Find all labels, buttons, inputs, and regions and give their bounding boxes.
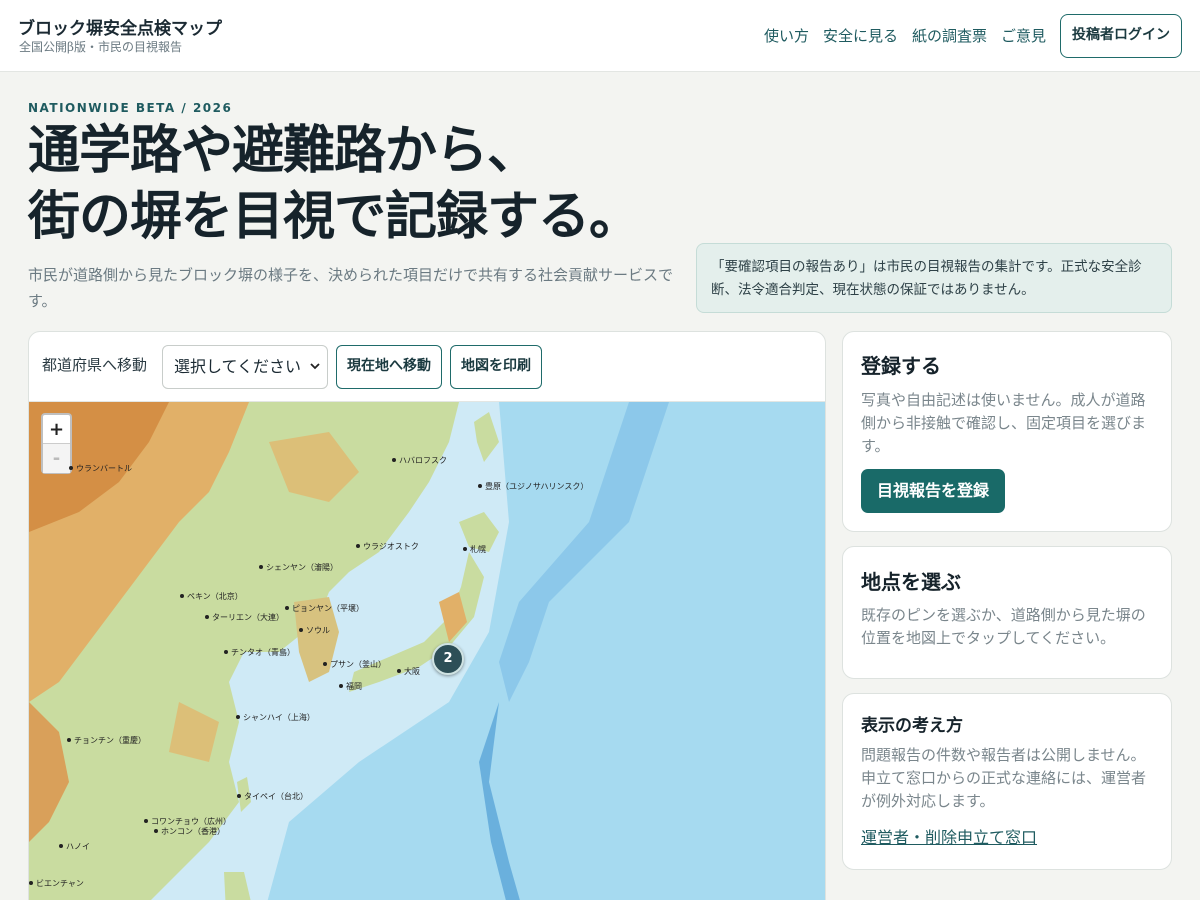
city-label: 札幌	[463, 545, 486, 555]
city-label: ビエンチャン	[29, 879, 84, 889]
city-label: コワンチョウ（広州）	[144, 817, 231, 827]
city-label: シャンハイ（上海）	[236, 713, 315, 723]
print-map-button[interactable]: 地図を印刷	[450, 345, 542, 389]
hero-headline: 通学路や避難路から、 街の塀を目視で記録する。	[28, 118, 641, 250]
operator-contact-link[interactable]: 運営者・削除申立て窓口	[861, 824, 1037, 848]
main-nav: 使い方 安全に見る 紙の調査票 ご意見 投稿者ログイン	[764, 14, 1182, 58]
zoom-out-button[interactable]: -	[43, 444, 70, 473]
city-label: ウランバートル	[69, 464, 132, 474]
city-label: ウラジオストク	[356, 542, 419, 552]
hero-eyebrow: NATIONWIDE BETA / 2026	[28, 101, 233, 115]
hero-headline-line2: 街の塀を目視で記録する。	[28, 186, 641, 247]
hero-headline-line1: 通学路や避難路から、	[28, 120, 539, 181]
nav-link-paper-form[interactable]: 紙の調査票	[912, 14, 987, 58]
policy-card-title: 表示の考え方	[861, 716, 963, 736]
chevron-down-icon	[310, 363, 320, 370]
prefecture-jump-label: 都道府県へ移動	[42, 356, 148, 374]
hero-lede: 市民が道路側から見たブロック塀の様子を、決められた項目だけで共有する社会貢献サー…	[28, 266, 674, 310]
select-location-card: 地点を選ぶ 既存のピンを選ぶか、道路側から見た塀の位置を地図上でタップしてくださ…	[842, 546, 1172, 679]
city-label: ソウル	[299, 626, 330, 636]
prefecture-select[interactable]: 選択してください	[162, 345, 328, 389]
nav-link-how-to-use[interactable]: 使い方	[764, 14, 809, 58]
zoom-in-button[interactable]: +	[43, 415, 70, 444]
city-label: ホンコン（香港）	[154, 827, 225, 837]
city-label: 大阪	[397, 667, 420, 677]
city-label: チョンチン（重慶）	[67, 736, 146, 746]
city-label: チンタオ（青島）	[224, 648, 295, 658]
nav-link-feedback[interactable]: ご意見	[1001, 14, 1046, 58]
prefecture-select-value: 選択してください	[174, 357, 302, 376]
zoom-control: + -	[41, 413, 72, 474]
city-label: ターリエン（大連）	[205, 613, 284, 623]
site-header: ブロック塀安全点検マップ 全国公開β版・市民の目視報告 使い方 安全に見る 紙の…	[0, 0, 1200, 72]
site-title[interactable]: ブロック塀安全点検マップ	[18, 14, 222, 39]
register-card-body: 写真や自由記述は使いません。成人が道路側から非接触で確認し、固定項目を選びます。	[861, 391, 1147, 455]
display-policy-card: 表示の考え方 問題報告の件数や報告者は公開しません。申立て窓口からの正式な連絡に…	[842, 693, 1172, 870]
map-view[interactable]: + - ウランバートル ハバロフスク 豊原（ユジノサハリンスク） 札幌 ウラジオ…	[29, 402, 825, 900]
city-label: タイペイ（台北）	[237, 792, 308, 802]
site-subtitle: 全国公開β版・市民の目視報告	[19, 40, 182, 54]
city-label: プサン（釜山）	[323, 660, 386, 670]
nav-link-safe-viewing[interactable]: 安全に見る	[823, 14, 898, 58]
city-label: ハバロフスク	[392, 456, 447, 466]
city-label: ペキン（北京）	[180, 592, 243, 602]
register-report-button[interactable]: 目視報告を登録	[861, 469, 1006, 513]
city-label: 豊原（ユジノサハリンスク）	[478, 482, 588, 492]
disclaimer-notice: 「要確認項目の報告あり」は市民の目視報告の集計です。正式な安全診断、法令適合判定…	[696, 243, 1172, 313]
select-card-body: 既存のピンを選ぶか、道路側から見た塀の位置を地図上でタップしてください。	[861, 606, 1146, 647]
select-card-title: 地点を選ぶ	[861, 570, 961, 594]
register-card-title: 登録する	[861, 354, 941, 378]
map-toolbar: 都道府県へ移動 選択してください 現在地へ移動 地図を印刷	[29, 332, 825, 402]
login-button[interactable]: 投稿者ログイン	[1060, 14, 1182, 58]
register-card: 登録する 写真や自由記述は使いません。成人が道路側から非接触で確認し、固定項目を…	[842, 331, 1172, 532]
policy-card-body: 問題報告の件数や報告者は公開しません。申立て窓口からの正式な連絡には、運営者が例…	[861, 746, 1147, 810]
city-label: ピョンヤン（平壌）	[285, 604, 364, 614]
locate-me-button[interactable]: 現在地へ移動	[336, 345, 442, 389]
city-label: 福岡	[339, 682, 362, 692]
city-label: シェンヤン（瀋陽）	[259, 563, 338, 573]
report-cluster-marker[interactable]: 2	[432, 643, 464, 675]
map-card: 都道府県へ移動 選択してください 現在地へ移動 地図を印刷 + - ウランバート…	[28, 331, 826, 900]
city-label: ハノイ	[59, 842, 90, 852]
